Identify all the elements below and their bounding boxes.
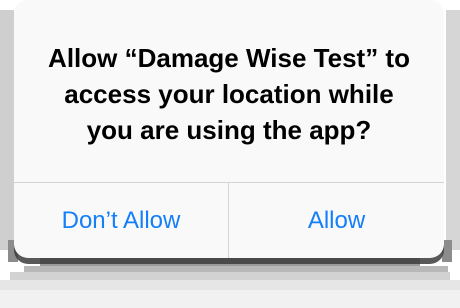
background-fragment [0,290,460,308]
background-fragment [10,272,450,280]
alert-message: Allow “Damage Wise Test” to access your … [48,43,410,145]
background-fragment [0,280,460,290]
alert-message-area: Allow “Damage Wise Test” to access your … [14,0,444,182]
location-permission-alert: Allow “Damage Wise Test” to access your … [14,0,444,258]
dont-allow-button[interactable]: Don’t Allow [14,183,228,258]
background-fragment [446,10,460,250]
background-fragment [0,10,14,250]
allow-button[interactable]: Allow [229,183,444,258]
